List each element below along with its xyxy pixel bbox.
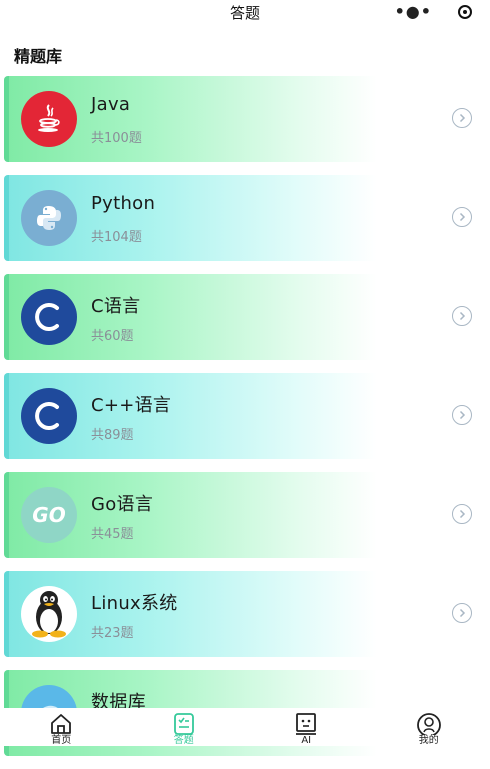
close-target-icon[interactable] (458, 5, 472, 19)
navigation-bar: 答题 •●• (0, 0, 490, 26)
bank-card-python[interactable]: Python 共104题 (4, 175, 482, 261)
quiz-icon (172, 713, 196, 735)
bank-count: 共23题 (91, 622, 134, 641)
robot-icon (294, 713, 318, 735)
bank-card-java[interactable]: Java 共100题 (4, 76, 482, 162)
tab-quiz[interactable]: 答题 (123, 708, 246, 746)
home-icon (49, 713, 73, 735)
python-logo-icon (21, 190, 77, 246)
tab-ai[interactable]: AI (245, 708, 368, 746)
bottom-tab-bar: 首页 答题 AI 我的 (0, 708, 490, 746)
bank-name: Go语言 (91, 490, 153, 516)
profile-icon (416, 713, 442, 735)
c-logo-icon (21, 289, 77, 345)
tab-profile[interactable]: 我的 (368, 708, 490, 746)
tab-label: AI (301, 736, 311, 746)
bank-count: 共104题 (91, 226, 142, 245)
page-title: 答题 (230, 4, 260, 22)
bank-name: C++语言 (91, 391, 171, 417)
chevron-right-icon[interactable] (452, 405, 472, 425)
tab-label: 首页 (51, 736, 71, 746)
bank-card-linux[interactable]: Linux系统 共23题 (4, 571, 482, 657)
go-logo-text: GO (32, 503, 65, 527)
miniprogram-capsule: •●• (395, 4, 472, 20)
bank-count: 共60题 (91, 325, 134, 344)
tab-label: 我的 (419, 736, 439, 746)
bank-name: Linux系统 (91, 589, 178, 615)
cpp-logo-icon (21, 388, 77, 444)
bank-count: 共89题 (91, 424, 134, 443)
chevron-right-icon[interactable] (452, 504, 472, 524)
bank-count: 共45题 (91, 523, 134, 542)
section-title: 精题库 (14, 46, 490, 68)
bank-card-go[interactable]: GO Go语言 共45题 (4, 472, 482, 558)
question-bank-list: Java 共100题 Python 共104题 C语言 共60题 (4, 76, 482, 769)
linux-tux-icon (21, 586, 77, 642)
java-logo-icon (21, 91, 77, 147)
chevron-right-icon[interactable] (452, 603, 472, 623)
go-logo-icon: GO (21, 487, 77, 543)
bank-card-c[interactable]: C语言 共60题 (4, 274, 482, 360)
more-icon[interactable]: •●• (395, 4, 432, 20)
tab-label: 答题 (174, 736, 194, 746)
bank-name: C语言 (91, 292, 140, 318)
bank-count: 共100题 (91, 127, 142, 146)
chevron-right-icon[interactable] (452, 306, 472, 326)
chevron-right-icon[interactable] (452, 108, 472, 128)
bank-name: Java (91, 94, 130, 115)
chevron-right-icon[interactable] (452, 207, 472, 227)
bank-name: Python (91, 193, 155, 214)
tab-home[interactable]: 首页 (0, 708, 123, 746)
bank-card-cpp[interactable]: C++语言 共89题 (4, 373, 482, 459)
